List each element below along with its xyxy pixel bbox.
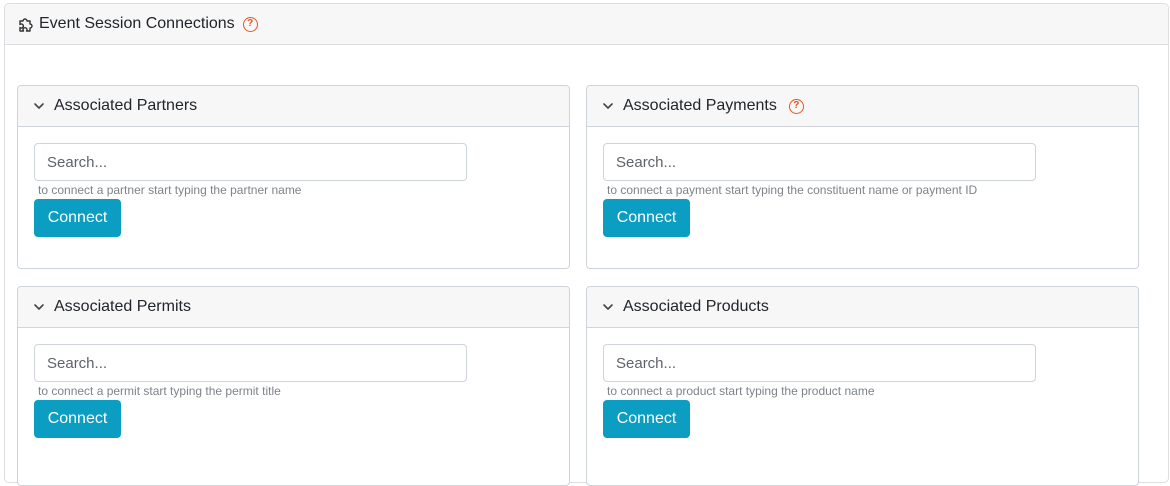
- associated-permits-header[interactable]: Associated Permits: [18, 287, 569, 328]
- panel-title: Associated Partners: [54, 97, 198, 114]
- associated-products-panel: Associated Products to connect a product…: [586, 286, 1139, 486]
- connect-product-button[interactable]: Connect: [603, 400, 690, 438]
- associated-partners-panel: Associated Partners to connect a partner…: [17, 85, 570, 269]
- panel-title: Associated Payments: [623, 97, 777, 114]
- connect-payment-button[interactable]: Connect: [603, 199, 690, 237]
- permit-search-input[interactable]: [34, 344, 467, 382]
- associated-payments-panel: Associated Payments ? to connect a payme…: [586, 85, 1139, 269]
- product-search-input[interactable]: [603, 344, 1036, 382]
- chevron-down-icon: [601, 300, 615, 314]
- page-title: Event Session Connections: [39, 15, 235, 32]
- chevron-down-icon: [32, 300, 46, 314]
- product-search-hint: to connect a product start typing the pr…: [607, 384, 875, 398]
- associated-partners-header[interactable]: Associated Partners: [18, 86, 569, 127]
- payment-search-input[interactable]: [603, 143, 1036, 181]
- chevron-down-icon: [601, 99, 615, 113]
- connect-partner-button[interactable]: Connect: [34, 199, 121, 237]
- panel-title: Associated Products: [623, 298, 769, 315]
- associated-permits-panel: Associated Permits to connect a permit s…: [17, 286, 570, 486]
- partner-search-input[interactable]: [34, 143, 467, 181]
- payment-search-hint: to connect a payment start typing the co…: [607, 183, 978, 197]
- card-header: Event Session Connections ?: [5, 4, 1168, 45]
- associated-products-header[interactable]: Associated Products: [587, 287, 1138, 328]
- partner-search-hint: to connect a partner start typing the pa…: [38, 183, 302, 197]
- associated-payments-header[interactable]: Associated Payments ?: [587, 86, 1138, 127]
- puzzle-icon: [17, 15, 35, 33]
- chevron-down-icon: [32, 99, 46, 113]
- permit-search-hint: to connect a permit start typing the per…: [38, 384, 281, 398]
- panel-title: Associated Permits: [54, 298, 191, 315]
- question-circle-icon[interactable]: ?: [788, 98, 804, 114]
- question-circle-icon[interactable]: ?: [242, 16, 258, 32]
- connect-permit-button[interactable]: Connect: [34, 400, 121, 438]
